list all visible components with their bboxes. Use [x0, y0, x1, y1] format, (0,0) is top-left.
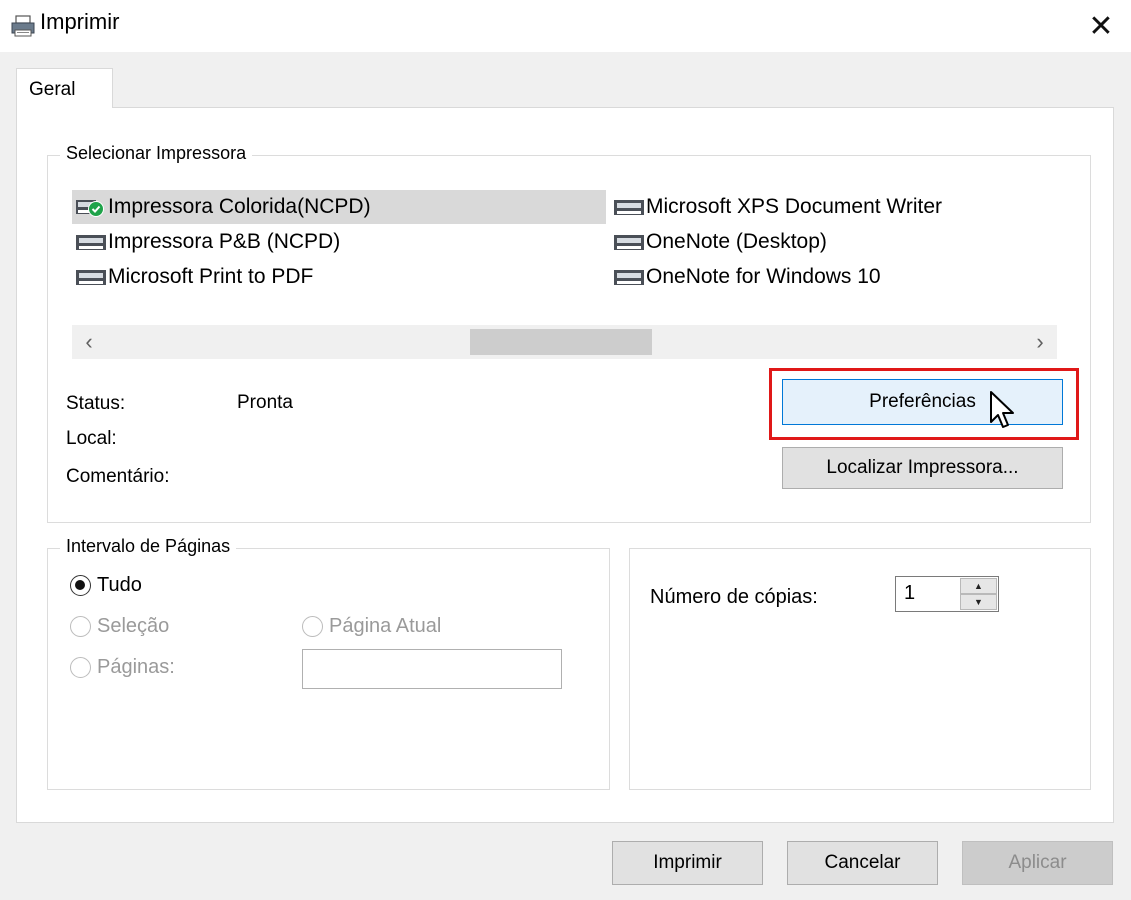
spin-down-icon[interactable]: ▼: [960, 594, 997, 610]
close-button[interactable]: ✕: [1071, 0, 1131, 52]
radio-all-label: Tudo: [97, 574, 142, 596]
printer-label: OneNote for Windows 10: [646, 265, 881, 288]
radio-pages-label: Páginas:: [97, 656, 175, 678]
printer-item-onenote-desktop[interactable]: OneNote (Desktop): [610, 225, 827, 259]
title-bar: Imprimir ✕: [0, 0, 1131, 52]
pages-input[interactable]: [302, 649, 562, 689]
scroll-left-icon[interactable]: ‹: [72, 325, 106, 359]
radio-pages[interactable]: Páginas:: [70, 656, 175, 679]
scroll-thumb[interactable]: [470, 329, 652, 355]
apply-button[interactable]: Aplicar: [962, 841, 1113, 885]
spin-up-icon[interactable]: ▲: [960, 578, 997, 594]
printer-list-scrollbar[interactable]: ‹ ›: [72, 325, 1057, 359]
local-label: Local:: [66, 428, 117, 449]
tab-geral[interactable]: Geral: [16, 68, 113, 108]
print-button[interactable]: Imprimir: [612, 841, 763, 885]
printer-item-pb[interactable]: Impressora P&B (NCPD): [72, 225, 340, 259]
printer-item-xps[interactable]: Microsoft XPS Document Writer: [610, 190, 942, 224]
window-title: Imprimir: [40, 9, 120, 34]
printer-item-pdf[interactable]: Microsoft Print to PDF: [72, 260, 313, 294]
printer-item-colorida[interactable]: Impressora Colorida(NCPD): [72, 190, 606, 224]
close-icon: ✕: [1088, 9, 1114, 43]
printer-icon: [614, 200, 644, 215]
radio-pages-circle[interactable]: [70, 657, 91, 678]
copies-group: [629, 548, 1091, 790]
radio-current-page[interactable]: Página Atual: [302, 615, 441, 638]
cancel-button[interactable]: Cancelar: [787, 841, 938, 885]
copies-spinner[interactable]: ▲ ▼: [960, 578, 997, 610]
radio-all-circle[interactable]: [70, 575, 91, 596]
printer-default-icon: [76, 200, 104, 217]
printer-label: Microsoft XPS Document Writer: [646, 195, 943, 218]
preferences-button[interactable]: Preferências: [782, 379, 1063, 425]
find-printer-button[interactable]: Localizar Impressora...: [782, 447, 1063, 489]
radio-all[interactable]: Tudo: [70, 574, 142, 597]
printer-label: Microsoft Print to PDF: [108, 265, 314, 288]
printer-icon: [76, 270, 106, 285]
radio-selection-circle[interactable]: [70, 616, 91, 637]
comment-label: Comentário:: [66, 466, 170, 487]
printer-icon: [11, 15, 35, 37]
page-range-legend: Intervalo de Páginas: [60, 536, 237, 557]
select-printer-legend: Selecionar Impressora: [60, 143, 253, 164]
radio-selection-label: Seleção: [97, 615, 170, 637]
printer-label: Impressora Colorida(NCPD): [108, 195, 371, 218]
printer-icon: [76, 235, 106, 250]
radio-current-page-circle[interactable]: [302, 616, 323, 637]
printer-label: Impressora P&B (NCPD): [108, 230, 341, 253]
radio-selection[interactable]: Seleção: [70, 615, 169, 638]
printer-icon: [614, 235, 644, 250]
status-label: Status:: [66, 393, 126, 414]
copies-label: Número de cópias:: [650, 586, 818, 608]
printer-icon: [614, 270, 644, 285]
printer-item-onenote-win10[interactable]: OneNote for Windows 10: [610, 260, 881, 294]
scroll-right-icon[interactable]: ›: [1023, 325, 1057, 359]
printer-label: OneNote (Desktop): [646, 230, 827, 253]
status-value: Pronta: [237, 392, 293, 413]
radio-current-page-label: Página Atual: [329, 615, 442, 637]
